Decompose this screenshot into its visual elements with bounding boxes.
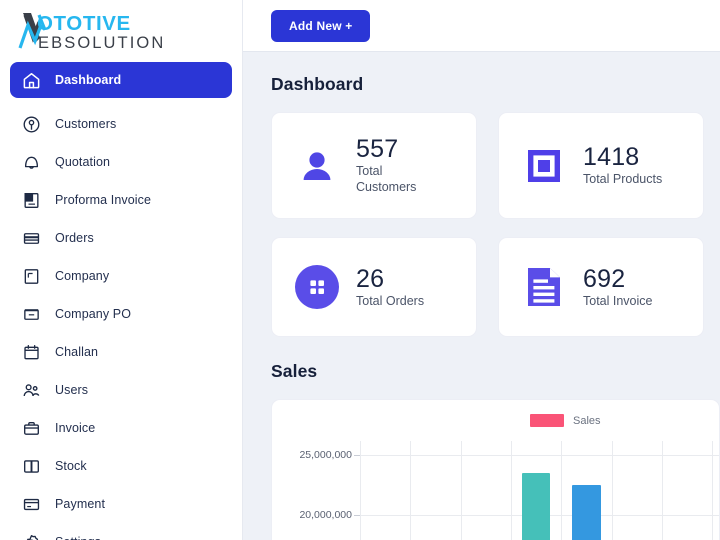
- person-icon: [294, 143, 340, 189]
- gridline-horizontal: [360, 455, 719, 456]
- content-area: Dashboard 557 Total Customers: [243, 52, 720, 540]
- main-area: Add New + Dashboard 557 Total Customers: [243, 0, 720, 540]
- stat-value: 692: [583, 266, 652, 293]
- sidebar-item-dashboard[interactable]: Dashboard: [10, 62, 232, 98]
- sidebar-item-label: Users: [55, 383, 88, 397]
- sidebar-item-label: Company PO: [55, 307, 131, 321]
- svg-text:EBSOLUTION: EBSOLUTION: [38, 34, 165, 52]
- topbar: Add New +: [243, 0, 720, 52]
- grid-dots-icon: [294, 264, 340, 310]
- sidebar-item-settings[interactable]: Settings: [10, 523, 232, 540]
- document-icon: [21, 190, 42, 211]
- book-icon: [21, 456, 42, 477]
- nav-spacer: [10, 98, 232, 105]
- sidebar-item-label: Payment: [55, 497, 105, 511]
- sidebar-item-company-po[interactable]: Company PO: [10, 295, 232, 333]
- chart-bar[interactable]: [572, 485, 600, 540]
- sidebar-item-payment[interactable]: Payment: [10, 485, 232, 523]
- invoice-icon: [521, 264, 567, 310]
- calendar-icon: [21, 342, 42, 363]
- logo-graphic: OTOTIVE EBSOLUTION: [17, 8, 167, 54]
- company-icon: [21, 266, 42, 287]
- chart-bar[interactable]: [522, 473, 550, 540]
- stat-text: 692 Total Invoice: [583, 266, 652, 309]
- add-new-button[interactable]: Add New +: [271, 10, 370, 42]
- gear-icon: [21, 532, 42, 540]
- card-rows-icon: [21, 228, 42, 249]
- sidebar-item-invoice[interactable]: Invoice: [10, 409, 232, 447]
- sidebar-item-quotation[interactable]: Quotation: [10, 143, 232, 181]
- stat-label: Total Products: [583, 171, 662, 187]
- app-root: OTOTIVE EBSOLUTION Dashboard: [0, 0, 720, 540]
- sidebar-item-orders[interactable]: Orders: [10, 219, 232, 257]
- stat-card-total-customers[interactable]: 557 Total Customers: [271, 112, 477, 219]
- sidebar: OTOTIVE EBSOLUTION Dashboard: [0, 0, 243, 540]
- sidebar-nav: Dashboard Customers: [0, 62, 242, 540]
- page-title: Dashboard: [271, 74, 720, 95]
- sidebar-item-label: Stock: [55, 459, 87, 473]
- users-icon: [21, 380, 42, 401]
- mototive-websolution-logo[interactable]: OTOTIVE EBSOLUTION: [17, 8, 167, 54]
- logo-area: OTOTIVE EBSOLUTION: [0, 0, 242, 62]
- stat-label: Total Orders: [356, 293, 424, 309]
- y-axis-tick-label: 20,000,000: [299, 509, 360, 521]
- po-icon: [21, 304, 42, 325]
- stat-value: 1418: [583, 144, 662, 171]
- user-circle-icon: [21, 114, 42, 135]
- sidebar-item-company[interactable]: Company: [10, 257, 232, 295]
- home-icon: [21, 70, 42, 91]
- stat-value: 26: [356, 266, 424, 293]
- stat-card-total-products[interactable]: 1418 Total Products: [498, 112, 704, 219]
- sales-section-title: Sales: [271, 361, 720, 382]
- stat-text: 557 Total Customers: [356, 136, 440, 195]
- legend-swatch-sales: [530, 414, 564, 427]
- chart-legend[interactable]: Sales: [530, 414, 601, 427]
- stat-label: Total Invoice: [583, 293, 652, 309]
- sidebar-item-proforma-invoice[interactable]: Proforma Invoice: [10, 181, 232, 219]
- svg-text:OTOTIVE: OTOTIVE: [37, 12, 131, 35]
- sales-chart-card[interactable]: Sales 25,000,00020,000,000: [271, 399, 720, 540]
- stat-card-total-invoice[interactable]: 692 Total Invoice: [498, 237, 704, 337]
- stat-text: 1418 Total Products: [583, 144, 662, 187]
- briefcase-icon: [21, 418, 42, 439]
- sidebar-item-stock[interactable]: Stock: [10, 447, 232, 485]
- sidebar-item-label: Quotation: [55, 155, 110, 169]
- y-axis-tick-label: 25,000,000: [299, 449, 360, 461]
- sidebar-item-challan[interactable]: Challan: [10, 333, 232, 371]
- sidebar-item-label: Proforma Invoice: [55, 193, 151, 207]
- sidebar-item-label: Company: [55, 269, 109, 283]
- sidebar-item-label: Orders: [55, 231, 94, 245]
- sidebar-item-label: Dashboard: [55, 73, 121, 87]
- sidebar-item-users[interactable]: Users: [10, 371, 232, 409]
- sidebar-item-customers[interactable]: Customers: [10, 105, 232, 143]
- stat-text: 26 Total Orders: [356, 266, 424, 309]
- stat-cards-grid: 557 Total Customers 1418 Total: [271, 112, 720, 337]
- stat-card-total-orders[interactable]: 26 Total Orders: [271, 237, 477, 337]
- legend-label-sales: Sales: [573, 415, 601, 427]
- stat-label: Total Customers: [356, 163, 440, 195]
- sidebar-item-label: Customers: [55, 117, 116, 131]
- sidebar-item-label: Invoice: [55, 421, 95, 435]
- sidebar-item-label: Settings: [55, 535, 101, 540]
- bell-icon: [21, 152, 42, 173]
- credit-card-icon: [21, 494, 42, 515]
- sidebar-item-label: Challan: [55, 345, 98, 359]
- stat-value: 557: [356, 136, 440, 163]
- chart-plot-area: 25,000,00020,000,000: [360, 441, 719, 540]
- squares-icon: [521, 143, 567, 189]
